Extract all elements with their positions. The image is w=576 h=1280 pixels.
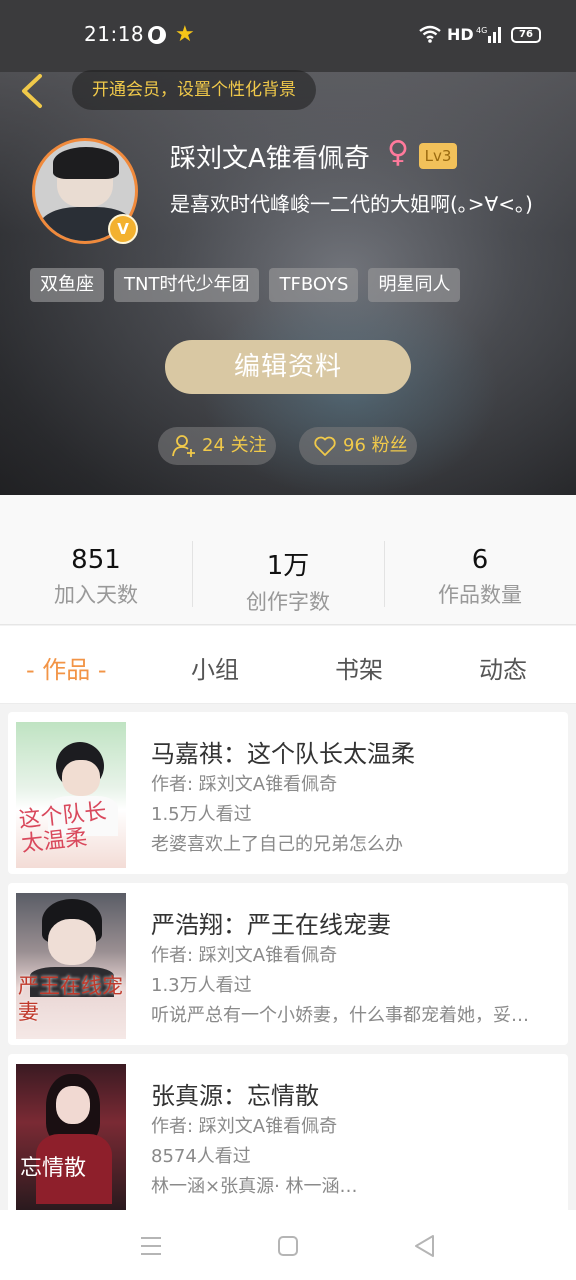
book-author: 作者: 踩刘文A锥看佩奇	[151, 1116, 338, 1137]
stat-days: 851 加入天数	[0, 545, 192, 609]
stat-value: 1万	[266, 551, 310, 581]
following-count: 24 关注	[202, 435, 267, 456]
followers-count: 96 粉丝	[343, 435, 408, 456]
followers-button[interactable]: 96 粉丝	[299, 427, 417, 465]
book-cover: 严王在线宠妻	[16, 893, 126, 1039]
cover-title: 这个队长太温柔	[17, 799, 108, 858]
user-bio: 是喜欢时代峰峻一二代的大姐啊(｡>∀<｡)	[170, 192, 533, 216]
back-button[interactable]	[14, 70, 54, 112]
star-icon: ★	[175, 22, 195, 47]
vip-badge: V	[108, 214, 138, 244]
book-card[interactable]: 这个队长太温柔 马嘉祺：这个队长太温柔 作者: 踩刘文A锥看佩奇 1.5万人看过…	[8, 712, 568, 874]
book-title: 严浩翔：严王在线宠妻	[151, 911, 391, 939]
tab-groups[interactable]: 小组	[191, 650, 239, 685]
tab-bookshelf[interactable]: 书架	[335, 650, 383, 685]
signal-type: 4G	[476, 26, 487, 35]
stat-label: 作品数量	[438, 583, 522, 607]
book-description: 林一涵×张真源· 林一涵…	[151, 1176, 358, 1197]
battery-icon: 76	[511, 27, 541, 43]
cover-title: 忘情散	[20, 1156, 87, 1181]
tab-activity[interactable]: 动态	[479, 650, 527, 685]
tag-item[interactable]: 明星同人	[368, 268, 461, 302]
back-nav-icon[interactable]	[413, 1234, 435, 1258]
cover-title: 严王在线宠妻	[18, 974, 123, 1024]
stat-label: 加入天数	[54, 583, 138, 607]
stat-label: 创作字数	[246, 590, 330, 614]
system-nav-bar	[0, 1210, 576, 1280]
profile-tags: 双鱼座 TNT时代少年团 TFBOYS 明星同人	[30, 268, 461, 302]
menu-icon[interactable]	[140, 1236, 162, 1256]
home-icon[interactable]	[277, 1235, 299, 1257]
member-banner-button[interactable]: 开通会员，设置个性化背景	[72, 70, 316, 110]
signal-icon: 4G	[476, 26, 501, 43]
book-cover: 这个队长太温柔	[16, 722, 126, 868]
following-button[interactable]: 24 关注	[158, 427, 276, 465]
book-card[interactable]: 严王在线宠妻 严浩翔：严王在线宠妻 作者: 踩刘文A锥看佩奇 1.3万人看过 听…	[8, 883, 568, 1045]
content-tabs: - 作品 - 小组 书架 动态	[0, 626, 576, 704]
book-views: 1.5万人看过	[151, 804, 252, 825]
book-views: 8574人看过	[151, 1146, 251, 1167]
book-cover: 忘情散	[16, 1064, 126, 1210]
heart-icon	[314, 436, 336, 456]
book-title: 马嘉祺：这个队长太温柔	[151, 740, 415, 768]
level-badge: Lv3	[419, 143, 457, 169]
hd-label: HD	[447, 25, 474, 44]
user-add-icon	[172, 435, 195, 457]
stat-works: 6 作品数量	[384, 545, 576, 609]
stat-value: 851	[71, 545, 121, 575]
profile-stats: 851 加入天数 1万 创作字数 6 作品数量	[0, 495, 576, 625]
female-gender-icon: ♀	[387, 135, 409, 170]
book-views: 1.3万人看过	[151, 975, 252, 996]
book-card[interactable]: 忘情散 张真源：忘情散 作者: 踩刘文A锥看佩奇 8574人看过 林一涵×张真源…	[8, 1054, 568, 1216]
edit-profile-button[interactable]: 编辑资料	[165, 340, 411, 394]
book-description: 听说严总有一个小娇妻，什么事都宠着她，妥…	[151, 1005, 529, 1026]
tag-item[interactable]: 双鱼座	[30, 268, 104, 302]
status-time: 21:18	[84, 22, 145, 46]
book-title: 张真源：忘情散	[151, 1082, 319, 1110]
globe-icon	[148, 26, 166, 44]
book-description: 老婆喜欢上了自己的兄弟怎么办	[151, 834, 403, 855]
tag-item[interactable]: TFBOYS	[269, 268, 359, 302]
stat-value: 6	[471, 545, 489, 575]
wifi-icon	[419, 25, 441, 43]
status-bar: 21:18 ★ HD 4G 76	[0, 0, 576, 72]
stat-words: 1万 创作字数	[192, 545, 384, 616]
tag-item[interactable]: TNT时代少年团	[114, 268, 260, 302]
book-author: 作者: 踩刘文A锥看佩奇	[151, 774, 338, 795]
tab-works[interactable]: - 作品 -	[26, 650, 107, 685]
username: 踩刘文A锥看佩奇	[170, 144, 370, 174]
book-author: 作者: 踩刘文A锥看佩奇	[151, 945, 338, 966]
